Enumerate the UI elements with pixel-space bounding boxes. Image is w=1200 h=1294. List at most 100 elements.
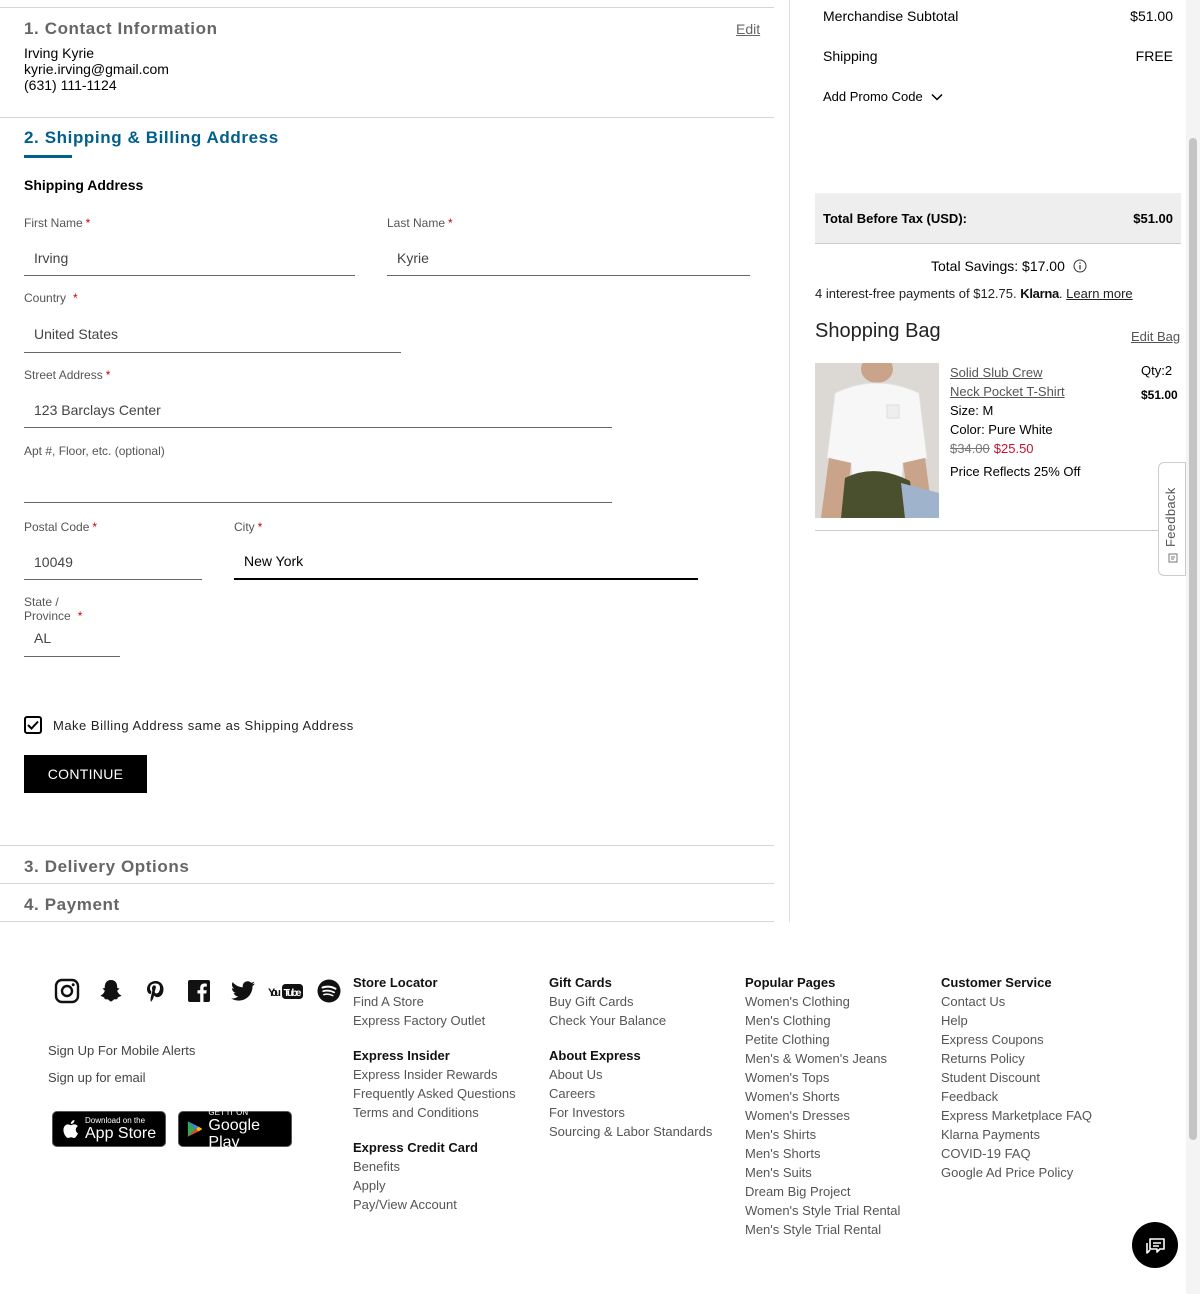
scrollbar-thumb[interactable] (1189, 138, 1197, 1140)
footer-link-popular[interactable]: Men's Suits (745, 1163, 900, 1182)
product-total: $51.00 (1141, 388, 1178, 402)
footer-link-insider-rewards[interactable]: Express Insider Rewards (353, 1065, 516, 1084)
footer-column-popular-pages: Popular Pages Women's Clothing Men's Clo… (745, 973, 900, 1239)
footer-link-popular[interactable]: Women's Style Trial Rental (745, 1201, 900, 1220)
instagram-icon[interactable] (52, 976, 82, 1006)
merch-subtotal-value: $51.00 (1130, 8, 1173, 24)
spotify-icon[interactable] (314, 976, 344, 1006)
footer-link-careers[interactable]: Careers (549, 1084, 712, 1103)
footer-link-service[interactable]: Student Discount (941, 1068, 1092, 1087)
feedback-label: Feedback (1163, 487, 1178, 548)
billing-same-checkbox[interactable] (24, 716, 42, 734)
product-name-link[interactable]: Solid Slub Crew Neck Pocket T-Shirt (950, 363, 1080, 401)
footer-link-popular[interactable]: Men's Shirts (745, 1125, 900, 1144)
required-mark: * (77, 609, 83, 623)
total-before-tax-box: Total Before Tax (USD): $51.00 (815, 193, 1181, 244)
sale-price: $25.50 (993, 441, 1034, 456)
continue-button[interactable]: CONTINUE (24, 755, 147, 793)
footer-link-service[interactable]: Express Marketplace FAQ (941, 1106, 1092, 1125)
footer-link-service[interactable]: COVID-19 FAQ (941, 1144, 1092, 1163)
chevron-down-icon (931, 93, 943, 101)
postal-code-input[interactable] (24, 544, 202, 580)
footer-link-buy-gift-cards[interactable]: Buy Gift Cards (549, 992, 712, 1011)
footer-link-popular[interactable]: Petite Clothing (745, 1030, 900, 1049)
footer-link-service[interactable]: Help (941, 1011, 1092, 1030)
info-icon[interactable] (1073, 259, 1087, 273)
footer-link-sourcing[interactable]: Sourcing & Labor Standards (549, 1122, 712, 1141)
footer-link-popular[interactable]: Men's Clothing (745, 1011, 900, 1030)
add-promo-code-toggle[interactable]: Add Promo Code (823, 89, 943, 104)
klarna-text: 4 interest-free payments of $12.75. (815, 286, 1017, 301)
google-play-badge[interactable]: GET IT ON Google Play (178, 1108, 292, 1151)
email-signup-link[interactable]: Sign up for email (48, 1070, 146, 1085)
footer-link-find-store[interactable]: Find A Store (353, 992, 516, 1011)
footer-link-factory-outlet[interactable]: Express Factory Outlet (353, 1011, 516, 1030)
first-name-input[interactable] (24, 240, 355, 276)
postal-code-label: Postal Code (24, 520, 90, 534)
footer-link-service[interactable]: Feedback (941, 1087, 1092, 1106)
divider (0, 7, 774, 8)
last-name-field: Last Name * (387, 216, 750, 276)
state-select[interactable] (24, 619, 120, 657)
apt-label: Apt #, Floor, etc. (optional) (24, 444, 165, 458)
footer-link-popular[interactable]: Women's Dresses (745, 1106, 900, 1125)
savings-text: Total Savings: $17.00 (931, 258, 1065, 274)
app-store-badge[interactable]: Download on the App Store (52, 1111, 166, 1147)
city-input[interactable] (234, 544, 698, 580)
footer-link-terms[interactable]: Terms and Conditions (353, 1103, 516, 1122)
footer-link-service[interactable]: Express Coupons (941, 1030, 1092, 1049)
required-mark: * (257, 520, 263, 534)
footer-link-popular[interactable]: Men's Style Trial Rental (745, 1220, 900, 1239)
footer-link-apply[interactable]: Apply (353, 1176, 516, 1195)
facebook-icon[interactable] (184, 976, 214, 1006)
last-name-input[interactable] (387, 240, 750, 276)
first-name-field: First Name * (24, 216, 355, 276)
street-address-input[interactable] (24, 392, 612, 428)
product-name-line2[interactable]: Neck Pocket T-Shirt (950, 384, 1065, 399)
footer-heading-popular-pages: Popular Pages (745, 975, 836, 990)
footer-link-check-balance[interactable]: Check Your Balance (549, 1011, 712, 1030)
product-name-line1[interactable]: Solid Slub Crew (950, 365, 1043, 380)
total-savings: Total Savings: $17.00 (931, 258, 1087, 274)
country-select[interactable] (24, 315, 401, 353)
mobile-alerts-link[interactable]: Sign Up For Mobile Alerts (48, 1043, 195, 1058)
edit-bag-link[interactable]: Edit Bag (1131, 329, 1180, 344)
footer-link-popular[interactable]: Men's Shorts (745, 1144, 900, 1163)
footer-link-faq[interactable]: Frequently Asked Questions (353, 1084, 516, 1103)
footer-link-benefits[interactable]: Benefits (353, 1157, 516, 1176)
footer-link-investors[interactable]: For Investors (549, 1103, 712, 1122)
klarna-learn-more-link[interactable]: Learn more (1066, 286, 1132, 301)
step-delivery-title[interactable]: 3. Delivery Options (24, 857, 189, 877)
footer-link-service[interactable]: Klarna Payments (941, 1125, 1092, 1144)
footer-link-popular[interactable]: Women's Shorts (745, 1087, 900, 1106)
snapchat-icon[interactable] (96, 976, 126, 1006)
apt-input[interactable] (24, 468, 612, 503)
product-image[interactable] (815, 363, 939, 518)
footer-link-service[interactable]: Contact Us (941, 992, 1092, 1011)
pinterest-icon[interactable] (140, 976, 170, 1006)
street-address-label: Street Address (24, 368, 103, 382)
contact-phone: (631) 111-1124 (24, 77, 117, 93)
footer-link-service[interactable]: Returns Policy (941, 1049, 1092, 1068)
footer-link-about-us[interactable]: About Us (549, 1065, 712, 1084)
city-label: City (234, 520, 255, 534)
step-shipping-title[interactable]: 2. Shipping & Billing Address (24, 128, 279, 148)
feedback-tab[interactable]: Feedback (1158, 462, 1186, 576)
footer-link-service[interactable]: Google Ad Price Policy (941, 1163, 1092, 1182)
twitter-icon[interactable] (228, 976, 258, 1006)
footer-heading-credit-card: Express Credit Card (353, 1140, 478, 1155)
edit-contact-link[interactable]: Edit (736, 21, 760, 37)
youtube-icon[interactable]: You Tube (267, 976, 305, 1006)
original-price: $34.00 (950, 441, 990, 456)
chat-button[interactable] (1132, 1222, 1178, 1268)
footer-link-popular[interactable]: Dream Big Project (745, 1182, 900, 1201)
page-scrollbar[interactable] (1186, 0, 1200, 1294)
step-payment-title[interactable]: 4. Payment (24, 895, 120, 915)
footer-link-popular[interactable]: Women's Clothing (745, 992, 900, 1011)
billing-same-row[interactable]: Make Billing Address same as Shipping Ad… (24, 716, 354, 734)
footer-link-popular[interactable]: Women's Tops (745, 1068, 900, 1087)
footer-link-popular[interactable]: Men's & Women's Jeans (745, 1049, 900, 1068)
postal-code-field: Postal Code * (24, 520, 202, 580)
required-mark: * (105, 368, 111, 382)
footer-link-pay-view-account[interactable]: Pay/View Account (353, 1195, 516, 1214)
